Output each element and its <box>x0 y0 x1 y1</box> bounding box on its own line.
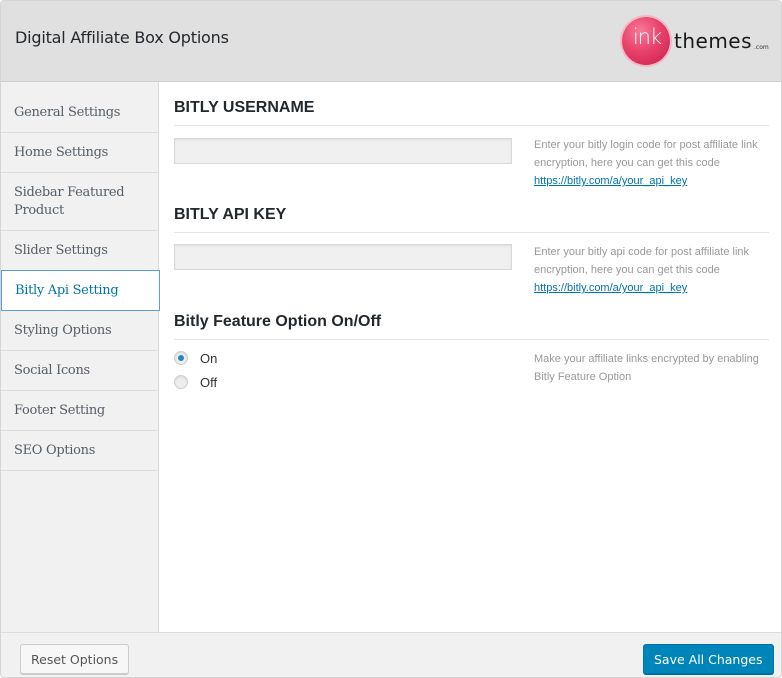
logo-themes-text: themes <box>674 29 753 53</box>
sidebar-item-footer-setting[interactable]: Footer Setting <box>1 391 158 431</box>
bitly-username-help: Enter your bitly login code for post aff… <box>534 136 774 190</box>
divider <box>174 339 769 340</box>
radio-off-label: Off <box>200 374 218 390</box>
bitly-username-help-text: Enter your bitly login code for post aff… <box>534 139 758 169</box>
radio-off-button[interactable] <box>174 375 188 389</box>
divider <box>174 232 769 233</box>
footer-bar: Reset Options Save All Changes <box>1 632 781 677</box>
radio-on-label: On <box>200 350 218 366</box>
sidebar-item-seo-options[interactable]: SEO Options <box>1 431 158 471</box>
header: Digital Affiliate Box Options ink themes… <box>1 1 781 82</box>
page-title: Digital Affiliate Box Options <box>15 28 229 47</box>
sidebar-item-social-icons[interactable]: Social Icons <box>1 351 158 391</box>
sidebar-item-general-settings[interactable]: General Settings <box>1 82 158 133</box>
bitly-feature-help: Make your affiliate links encrypted by e… <box>534 353 759 383</box>
bitly-api-key-input[interactable] <box>174 244 512 270</box>
bitly-username-input[interactable] <box>174 138 512 164</box>
sidebar-item-home-settings[interactable]: Home Settings <box>1 133 158 173</box>
bitly-username-link[interactable]: https://bitly.com/a/your_api_key <box>534 175 687 187</box>
sidebar-item-slider-settings[interactable]: Slider Settings <box>1 231 158 271</box>
sidebar-nav: General Settings Home Settings Sidebar F… <box>1 82 160 632</box>
radio-on-button[interactable] <box>174 351 188 365</box>
main-content: BITLY USERNAME Enter your bitly login co… <box>159 82 781 632</box>
radio-on[interactable]: On <box>174 348 217 368</box>
bitly-feature-heading: Bitly Feature Option On/Off <box>174 313 382 330</box>
reset-options-button[interactable]: Reset Options <box>20 644 130 674</box>
inkthemes-logo: ink themes .com <box>620 15 770 67</box>
save-all-changes-button[interactable]: Save All Changes <box>643 644 774 674</box>
sidebar-item-bitly-api-setting[interactable]: Bitly Api Setting <box>1 270 160 311</box>
bitly-username-heading: BITLY USERNAME <box>174 99 315 116</box>
logo-ink-text: ink <box>632 25 662 49</box>
options-panel: Digital Affiliate Box Options ink themes… <box>0 0 782 678</box>
logo-com-text: .com <box>754 44 769 51</box>
divider <box>174 125 769 126</box>
sidebar-item-sidebar-featured-product[interactable]: Sidebar Featured Product <box>1 173 158 231</box>
bitly-api-key-help: Enter your bitly api code for post affil… <box>534 243 774 297</box>
sidebar-item-styling-options[interactable]: Styling Options <box>1 311 158 351</box>
bitly-api-key-help-text: Enter your bitly api code for post affil… <box>534 246 750 276</box>
bitly-api-key-heading: BITLY API KEY <box>174 206 287 223</box>
bitly-api-key-link[interactable]: https://bitly.com/a/your_api_key <box>534 282 687 294</box>
radio-off[interactable]: Off <box>174 372 217 392</box>
